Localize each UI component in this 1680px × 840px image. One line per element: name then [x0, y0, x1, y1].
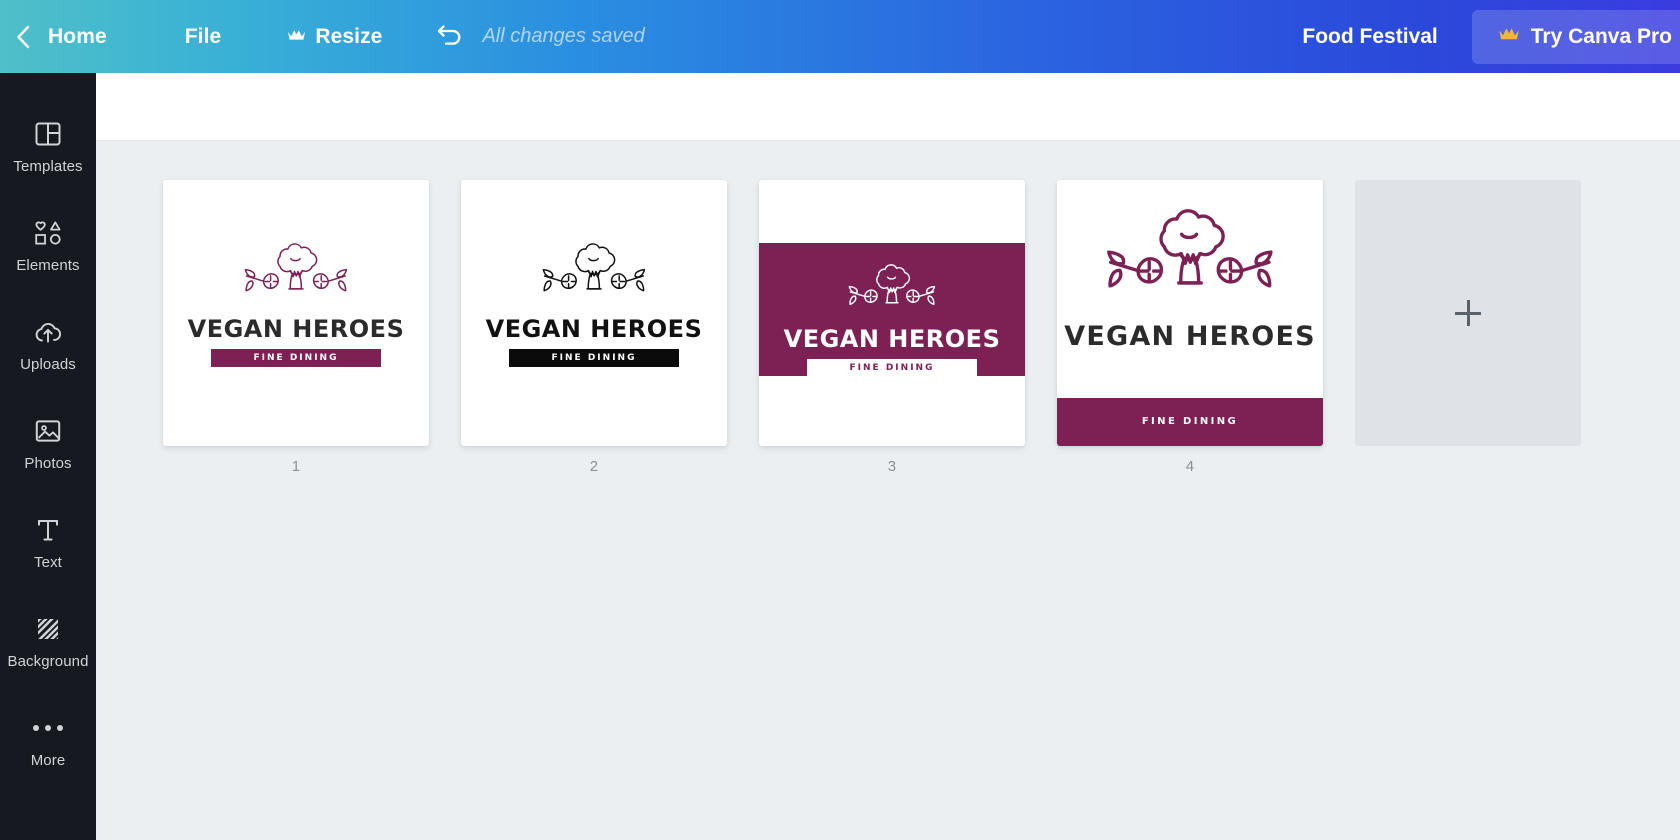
sidebar-item-label: Photos	[24, 454, 72, 472]
file-menu-button[interactable]: File	[147, 0, 262, 73]
logo-composition: VEGAN HEROES FINE DINING	[759, 258, 1025, 377]
sidebar-item-more[interactable]: More	[0, 691, 96, 790]
page-number-label: 1	[291, 458, 301, 475]
home-label: Home	[48, 24, 107, 48]
sidebar-item-label: Elements	[16, 256, 80, 274]
page-thumbnail[interactable]: VEGAN HEROES FINE DINING	[461, 180, 727, 446]
sidebar-item-label: Background	[7, 652, 89, 670]
add-page-wrapper	[1355, 180, 1581, 446]
sidebar-item-label: Uploads	[20, 355, 76, 373]
tagline-text: FINE DINING	[253, 352, 339, 363]
tagline-band: FINE DINING	[807, 359, 977, 377]
page-thumbnail-wrapper: VEGAN HEROES FINE DINING 1	[163, 180, 429, 475]
sidebar-item-label: Text	[34, 553, 62, 571]
undo-arrow-icon	[435, 21, 465, 52]
sidebar-item-background[interactable]: Background	[0, 592, 96, 691]
more-dots-glyph	[33, 713, 63, 743]
dot	[33, 724, 39, 731]
brand-name: VEGAN HEROES	[187, 315, 405, 343]
page-thumbnail-wrapper: VEGAN HEROES FINE DINING 2	[461, 180, 727, 475]
chevron-left-icon	[13, 23, 33, 51]
resize-button[interactable]: Resize	[261, 0, 408, 73]
dot	[45, 724, 51, 731]
back-button[interactable]	[0, 0, 46, 73]
pages-canvas-area: VEGAN HEROES FINE DINING 1 VEGAN HEROES …	[96, 141, 1680, 840]
sidebar-item-uploads[interactable]: Uploads	[0, 295, 96, 394]
brand-name: VEGAN HEROES	[1064, 321, 1316, 352]
sidebar-item-templates[interactable]: Templates	[0, 97, 96, 196]
logo-composition: VEGAN HEROES	[1057, 198, 1323, 350]
text-t-icon	[35, 515, 61, 545]
add-page-button[interactable]	[1355, 180, 1581, 446]
page-thumbnail-wrapper: VEGAN HEROES FINE DINING 4	[1057, 180, 1323, 475]
sidebar-item-label: Templates	[13, 157, 83, 175]
pages-row: VEGAN HEROES FINE DINING 1 VEGAN HEROES …	[163, 180, 1581, 475]
upload-cloud-icon	[33, 317, 63, 347]
try-canva-pro-button[interactable]: Try Canva Pro	[1471, 9, 1680, 64]
tagline-text: FINE DINING	[849, 362, 935, 373]
broccoli-logo-icon	[1068, 198, 1312, 309]
sidebar-item-elements[interactable]: Elements	[0, 196, 96, 295]
broccoli-logo-icon	[518, 236, 670, 307]
photo-icon	[34, 416, 62, 446]
sidebar-item-text[interactable]: Text	[0, 493, 96, 592]
crown-icon	[1498, 25, 1520, 48]
top-header-bar: Home File Resize All changes saved Food …	[0, 0, 1680, 73]
dot	[57, 724, 63, 731]
brand-name: VEGAN HEROES	[485, 315, 703, 343]
resize-label: Resize	[315, 24, 383, 48]
sidebar-item-photos[interactable]: Photos	[0, 394, 96, 493]
home-button[interactable]: Home	[46, 0, 147, 73]
tagline-text: FINE DINING	[1141, 416, 1239, 427]
page-thumbnail[interactable]: VEGAN HEROES FINE DINING	[1057, 180, 1323, 446]
context-toolbar	[96, 73, 1680, 141]
elements-icon	[33, 218, 63, 248]
page-thumbnail[interactable]: VEGAN HEROES FINE DINING	[759, 180, 1025, 446]
undo-button[interactable]	[422, 0, 478, 73]
brand-name: VEGAN HEROES	[783, 325, 1001, 353]
page-number-label: 3	[887, 458, 897, 475]
tagline-band: FINE DINING	[1057, 398, 1323, 446]
sidebar-item-label: More	[30, 751, 66, 769]
logo-composition: VEGAN HEROES FINE DINING	[163, 236, 429, 367]
page-thumbnail[interactable]: VEGAN HEROES FINE DINING	[163, 180, 429, 446]
file-label: File	[184, 24, 222, 48]
header-left-group: Home File Resize All changes saved	[0, 0, 645, 73]
left-sidebar: Templates Elements Uploads Photos Text B…	[0, 73, 96, 840]
header-right-group: Food Festival Try Canva Pro	[1268, 0, 1680, 73]
try-canva-label: Try Canva Pro	[1530, 24, 1672, 48]
tagline-band: FINE DINING	[509, 349, 679, 367]
background-hatch-icon	[34, 614, 62, 644]
templates-icon	[34, 119, 62, 149]
broccoli-logo-icon	[220, 236, 372, 307]
document-title[interactable]: Food Festival	[1268, 25, 1471, 49]
broccoli-logo-icon	[828, 258, 956, 319]
crown-icon	[287, 28, 306, 45]
logo-composition: VEGAN HEROES FINE DINING	[461, 236, 727, 367]
tagline-text: FINE DINING	[551, 352, 637, 363]
page-thumbnail-wrapper: VEGAN HEROES FINE DINING 3	[759, 180, 1025, 475]
plus-icon	[1455, 300, 1481, 326]
page-number-label: 4	[1185, 458, 1195, 475]
save-status-text: All changes saved	[482, 25, 645, 47]
page-number-label: 2	[589, 458, 599, 475]
tagline-band: FINE DINING	[211, 349, 381, 367]
more-dots-icon	[33, 713, 63, 743]
